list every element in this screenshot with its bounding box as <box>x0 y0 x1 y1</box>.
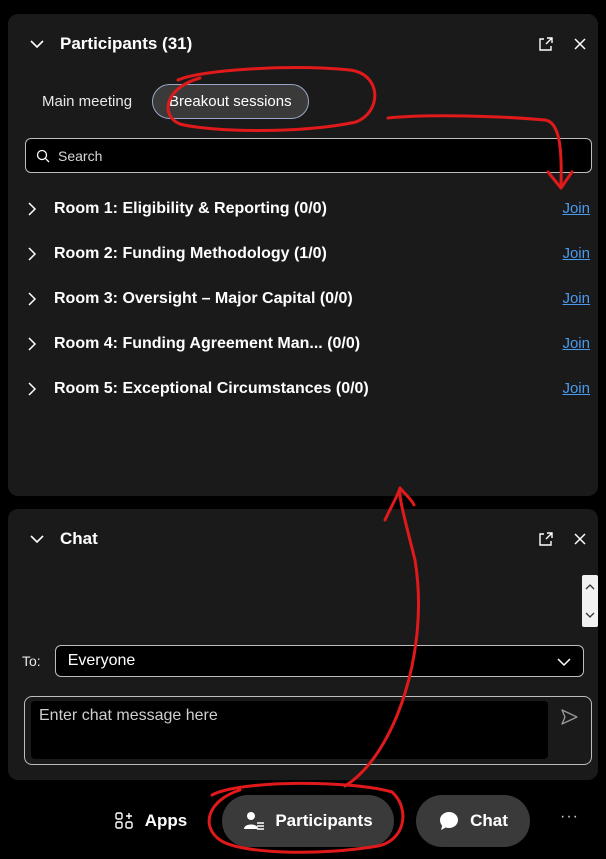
chevron-right-icon[interactable] <box>26 291 40 306</box>
chat-bubble-icon <box>438 810 460 832</box>
room-name: Room 1: Eligibility & Reporting (0/0) <box>54 199 327 217</box>
message-box <box>24 696 592 765</box>
breakout-room-list: Room 1: Eligibility & Reporting (0/0) Jo… <box>8 186 598 411</box>
scroll-down-icon[interactable] <box>585 606 595 624</box>
participants-tabs: Main meeting Breakout sessions <box>24 84 309 119</box>
scroll-up-icon[interactable] <box>585 578 595 596</box>
chat-label: Chat <box>470 811 508 830</box>
chevron-down-icon[interactable] <box>28 530 46 548</box>
room-item[interactable]: Room 2: Funding Methodology (1/0) Join <box>8 231 598 276</box>
room-item[interactable]: Room 5: Exceptional Circumstances (0/0) … <box>8 366 598 411</box>
chevron-right-icon[interactable] <box>26 336 40 351</box>
room-name: Room 3: Oversight – Major Capital (0/0) <box>54 289 353 307</box>
participants-header: Participants (31) <box>8 14 598 74</box>
participants-panel: Participants (31) Main meeting Breakout … <box>8 14 598 496</box>
chevron-right-icon[interactable] <box>26 201 40 216</box>
bottom-toolbar: Apps Participants Chat ··· <box>0 790 606 855</box>
apps-button[interactable]: Apps <box>100 795 200 847</box>
chevron-down-icon[interactable] <box>28 35 46 53</box>
popout-icon[interactable] <box>536 529 556 549</box>
chat-title: Chat <box>60 529 98 548</box>
close-icon[interactable] <box>570 34 590 54</box>
room-item[interactable]: Room 1: Eligibility & Reporting (0/0) Jo… <box>8 186 598 231</box>
send-icon[interactable] <box>559 707 579 727</box>
room-item[interactable]: Room 4: Funding Agreement Man... (0/0) J… <box>8 321 598 366</box>
participants-title: Participants (31) <box>60 34 193 53</box>
chat-button[interactable]: Chat <box>416 795 530 847</box>
tab-breakout-sessions[interactable]: Breakout sessions <box>152 84 309 119</box>
room-name: Room 5: Exceptional Circumstances (0/0) <box>54 379 369 397</box>
recipient-row: To: Everyone <box>22 645 584 677</box>
tab-main-meeting[interactable]: Main meeting <box>24 85 132 118</box>
join-link[interactable]: Join <box>562 335 590 352</box>
search-box[interactable] <box>25 138 592 173</box>
to-label: To: <box>22 653 41 669</box>
join-link[interactable]: Join <box>562 245 590 262</box>
room-name: Room 4: Funding Agreement Man... (0/0) <box>54 334 361 352</box>
chat-scrollbar[interactable] <box>582 575 598 627</box>
apps-icon <box>113 810 135 832</box>
join-link[interactable]: Join <box>562 200 590 217</box>
chat-panel: Chat To: Everyone <box>8 509 598 780</box>
room-item[interactable]: Room 3: Oversight – Major Capital (0/0) … <box>8 276 598 321</box>
chevron-down-icon <box>555 653 573 671</box>
join-link[interactable]: Join <box>562 290 590 307</box>
message-field[interactable] <box>31 701 548 759</box>
search-input[interactable] <box>58 147 558 164</box>
participants-icon <box>243 810 265 832</box>
more-options-button[interactable]: ··· <box>560 808 579 826</box>
participants-button[interactable]: Participants <box>222 795 394 847</box>
apps-label: Apps <box>144 811 188 830</box>
popout-icon[interactable] <box>536 34 556 54</box>
close-icon[interactable] <box>570 529 590 549</box>
message-input[interactable] <box>39 707 540 725</box>
room-name: Room 2: Funding Methodology (1/0) <box>54 244 327 262</box>
chat-header: Chat <box>8 509 598 569</box>
recipient-value: Everyone <box>67 652 136 669</box>
participants-label: Participants <box>275 811 373 830</box>
search-icon <box>36 149 50 163</box>
chevron-right-icon[interactable] <box>26 381 40 396</box>
join-link[interactable]: Join <box>562 380 590 397</box>
recipient-select[interactable]: Everyone <box>54 645 584 677</box>
chevron-right-icon[interactable] <box>26 246 40 261</box>
